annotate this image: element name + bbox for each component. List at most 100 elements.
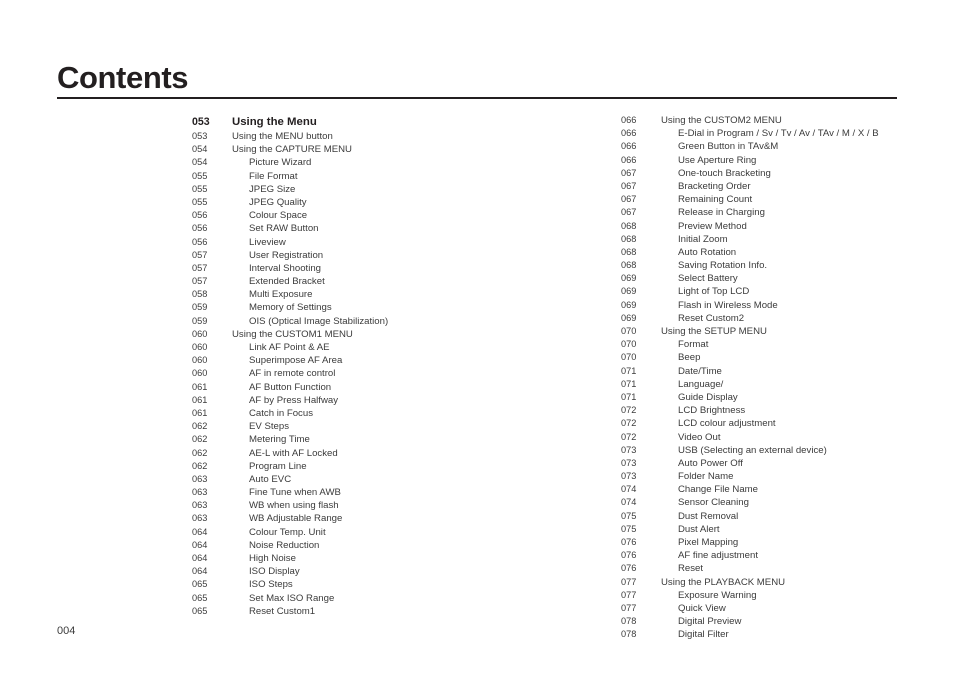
toc-entry[interactable]: 053 Using the MENU button bbox=[192, 130, 572, 143]
toc-entry-label: Guide Display bbox=[678, 391, 738, 403]
toc-entry-label: ISO Steps bbox=[249, 579, 293, 591]
toc-entry[interactable]: 077 Quick View bbox=[621, 602, 951, 615]
toc-entry[interactable]: 063 Auto EVC bbox=[192, 473, 572, 486]
toc-entry[interactable]: 062 EV Steps bbox=[192, 420, 572, 433]
toc-entry[interactable]: 062 Program Line bbox=[192, 460, 572, 473]
toc-entry[interactable]: 055 JPEG Quality bbox=[192, 196, 572, 209]
toc-entry[interactable]: 064 Noise Reduction bbox=[192, 539, 572, 552]
toc-entry[interactable]: 065 ISO Steps bbox=[192, 578, 572, 591]
toc-entry-label: Liveview bbox=[249, 236, 286, 248]
toc-entry[interactable]: 072 LCD Brightness bbox=[621, 404, 951, 417]
toc-entry[interactable]: 066 E-Dial in Program / Sv / Tv / Av / TA… bbox=[621, 127, 951, 140]
toc-entry-label: Auto Power Off bbox=[678, 457, 743, 469]
toc-entry[interactable]: 059 Memory of Settings bbox=[192, 301, 572, 314]
toc-entry[interactable]: 060 Using the CUSTOM1 MENU bbox=[192, 328, 572, 341]
toc-entry-page-number: 056 bbox=[192, 236, 208, 247]
toc-entry[interactable]: 064 ISO Display bbox=[192, 565, 572, 578]
toc-entry[interactable]: 063 WB Adjustable Range bbox=[192, 512, 572, 525]
toc-entry[interactable]: 069 Flash in Wireless Mode bbox=[621, 299, 951, 312]
toc-entry[interactable]: 061 AF Button Function bbox=[192, 381, 572, 394]
toc-entry-label: Reset Custom1 bbox=[249, 605, 316, 617]
toc-entry[interactable]: 062 Metering Time bbox=[192, 433, 572, 446]
toc-entry[interactable]: 064 High Noise bbox=[192, 552, 572, 565]
toc-entry[interactable]: 067 Bracketing Order bbox=[621, 180, 951, 193]
toc-entry[interactable]: 067 One-touch Bracketing bbox=[621, 167, 951, 180]
toc-entry[interactable]: 075 Dust Removal bbox=[621, 510, 951, 523]
toc-entry[interactable]: 074 Sensor Cleaning bbox=[621, 496, 951, 509]
toc-entry[interactable]: 071 Date/Time bbox=[621, 365, 951, 378]
toc-entry[interactable]: 077 Using the PLAYBACK MENU bbox=[621, 576, 951, 589]
toc-entry-page-number: 057 bbox=[192, 262, 208, 273]
toc-entry[interactable]: 063 WB when using flash bbox=[192, 499, 572, 512]
toc-entry-page-number: 059 bbox=[192, 315, 208, 326]
toc-entry[interactable]: 066 Green Button in TAv&M bbox=[621, 140, 951, 153]
toc-entry[interactable]: 066 Using the CUSTOM2 MENU bbox=[621, 114, 951, 127]
toc-entry[interactable]: 068 Preview Method bbox=[621, 220, 951, 233]
toc-entry[interactable]: 058 Multi Exposure bbox=[192, 288, 572, 301]
toc-entry[interactable]: 076 AF fine adjustment bbox=[621, 549, 951, 562]
toc-entry[interactable]: 071 Guide Display bbox=[621, 391, 951, 404]
toc-entry[interactable]: 061 AF by Press Halfway bbox=[192, 394, 572, 407]
toc-entry[interactable]: 076 Reset bbox=[621, 562, 951, 575]
toc-entry[interactable]: 066 Use Aperture Ring bbox=[621, 154, 951, 167]
toc-entry-label: Set Max ISO Range bbox=[249, 592, 335, 604]
toc-entry[interactable]: 073 USB (Selecting an external device) bbox=[621, 444, 951, 457]
toc-entry[interactable]: 053 Using the Menu bbox=[192, 114, 572, 130]
toc-entry-page-number: 070 bbox=[621, 352, 637, 363]
toc-entry[interactable]: 059 OIS (Optical Image Stabilization) bbox=[192, 315, 572, 328]
toc-entry-label: Format bbox=[678, 339, 709, 351]
toc-entry[interactable]: 068 Initial Zoom bbox=[621, 233, 951, 246]
toc-entry[interactable]: 072 LCD colour adjustment bbox=[621, 417, 951, 430]
toc-entry[interactable]: 061 Catch in Focus bbox=[192, 407, 572, 420]
toc-entry-page-number: 061 bbox=[192, 407, 208, 418]
toc-entry[interactable]: 070 Using the SETUP MENU bbox=[621, 325, 951, 338]
toc-entry[interactable]: 069 Light of Top LCD bbox=[621, 285, 951, 298]
toc-entry[interactable]: 073 Folder Name bbox=[621, 470, 951, 483]
toc-entry[interactable]: 062 AE-L with AF Locked bbox=[192, 447, 572, 460]
toc-entry[interactable]: 056 Set RAW Button bbox=[192, 222, 572, 235]
toc-entry-label: Initial Zoom bbox=[678, 233, 728, 245]
toc-entry[interactable]: 064 Colour Temp. Unit bbox=[192, 526, 572, 539]
toc-entry[interactable]: 071 Language/ bbox=[621, 378, 951, 391]
toc-entry[interactable]: 070 Beep bbox=[621, 351, 951, 364]
toc-entry-page-number: 062 bbox=[192, 460, 208, 471]
toc-entry[interactable]: 077 Exposure Warning bbox=[621, 589, 951, 602]
toc-entry[interactable]: 075 Dust Alert bbox=[621, 523, 951, 536]
toc-entry[interactable]: 065 Reset Custom1 bbox=[192, 605, 572, 618]
toc-entry[interactable]: 074 Change File Name bbox=[621, 483, 951, 496]
toc-entry[interactable]: 068 Saving Rotation Info. bbox=[621, 259, 951, 272]
toc-entry-label: USB (Selecting an external device) bbox=[678, 444, 827, 456]
toc-entry[interactable]: 067 Release in Charging bbox=[621, 206, 951, 219]
toc-entry[interactable]: 076 Pixel Mapping bbox=[621, 536, 951, 549]
toc-entry[interactable]: 078 Digital Preview bbox=[621, 615, 951, 628]
toc-entry[interactable]: 067 Remaining Count bbox=[621, 193, 951, 206]
toc-entry[interactable]: 063 Fine Tune when AWB bbox=[192, 486, 572, 499]
toc-entry[interactable]: 055 JPEG Size bbox=[192, 183, 572, 196]
toc-entry[interactable]: 078 Digital Filter bbox=[621, 628, 951, 641]
toc-entry[interactable]: 056 Liveview bbox=[192, 236, 572, 249]
toc-entry-label: Green Button in TAv&M bbox=[678, 141, 779, 153]
toc-entry[interactable]: 060 Superimpose AF Area bbox=[192, 354, 572, 367]
toc-entry-label: File Format bbox=[249, 170, 298, 182]
toc-entry[interactable]: 054 Picture Wizard bbox=[192, 156, 572, 169]
toc-entry-page-number: 067 bbox=[621, 167, 637, 178]
toc-entry-page-number: 055 bbox=[192, 170, 208, 181]
toc-entry-page-number: 076 bbox=[621, 563, 637, 574]
toc-entry[interactable]: 073 Auto Power Off bbox=[621, 457, 951, 470]
toc-entry[interactable]: 057 Extended Bracket bbox=[192, 275, 572, 288]
toc-entry-page-number: 057 bbox=[192, 276, 208, 287]
toc-entry[interactable]: 070 Format bbox=[621, 338, 951, 351]
toc-entry[interactable]: 065 Set Max ISO Range bbox=[192, 592, 572, 605]
toc-entry[interactable]: 057 Interval Shooting bbox=[192, 262, 572, 275]
toc-entry[interactable]: 068 Auto Rotation bbox=[621, 246, 951, 259]
toc-entry-page-number: 067 bbox=[621, 194, 637, 205]
toc-entry[interactable]: 054 Using the CAPTURE MENU bbox=[192, 143, 572, 156]
toc-entry[interactable]: 057 User Registration bbox=[192, 249, 572, 262]
toc-entry[interactable]: 060 AF in remote control bbox=[192, 367, 572, 380]
toc-entry[interactable]: 056 Colour Space bbox=[192, 209, 572, 222]
toc-entry[interactable]: 060 Link AF Point & AE bbox=[192, 341, 572, 354]
toc-entry[interactable]: 069 Select Battery bbox=[621, 272, 951, 285]
toc-entry[interactable]: 069 Reset Custom2 bbox=[621, 312, 951, 325]
toc-entry[interactable]: 072 Video Out bbox=[621, 431, 951, 444]
toc-entry[interactable]: 055 File Format bbox=[192, 170, 572, 183]
